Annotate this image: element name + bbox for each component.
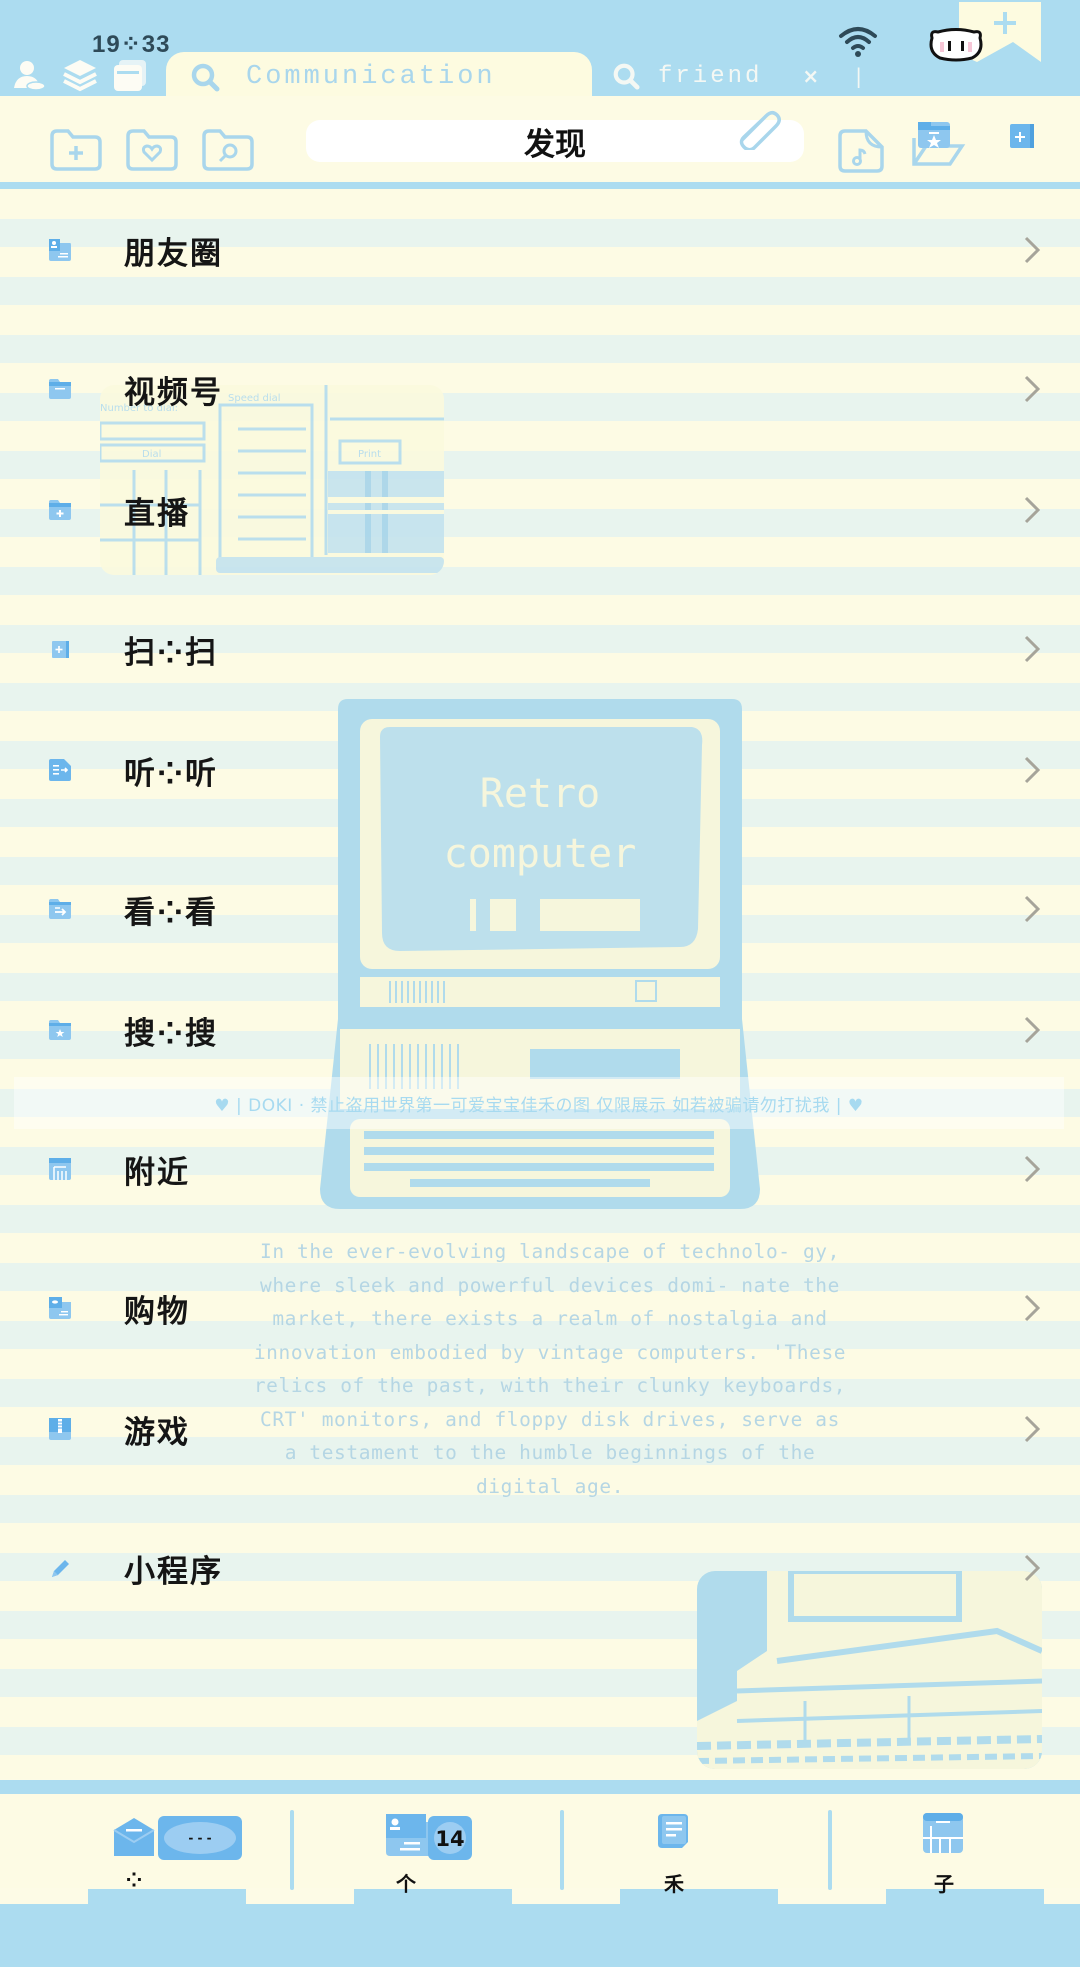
chevron-right-icon xyxy=(1024,756,1041,784)
unread-count-badge: 14 xyxy=(435,1827,464,1851)
menu-label: 看⁘看 xyxy=(124,894,218,931)
add-square-icon[interactable] xyxy=(1008,122,1036,150)
title-bar: 发现 xyxy=(306,120,804,163)
menu-item-channels[interactable]: 视频号 xyxy=(0,359,1080,419)
menu-label: 游戏 xyxy=(124,1414,190,1451)
chevron-right-icon xyxy=(1024,895,1041,923)
tab-label: friend xyxy=(658,62,763,90)
tab-communication[interactable]: Communication xyxy=(166,52,592,102)
star-folder-icon[interactable] xyxy=(910,120,966,170)
card-icon xyxy=(49,1297,71,1319)
menu-item-look[interactable]: 看⁘看 xyxy=(0,879,1080,939)
retro-description-text: In the ever-evolving landscape of techno… xyxy=(253,1240,847,1498)
menu-label: 小程序 xyxy=(124,1553,223,1590)
folder-icon xyxy=(49,379,71,399)
menu-label: 视频号 xyxy=(124,374,223,411)
chevron-right-icon xyxy=(1024,1554,1041,1582)
layers-icon[interactable] xyxy=(62,58,98,92)
folder-add-icon[interactable] xyxy=(48,128,104,172)
contact-folder-icon xyxy=(49,239,71,261)
chevron-right-icon xyxy=(1024,236,1041,264)
music-file-icon[interactable] xyxy=(836,128,886,174)
menu-label: 直播 xyxy=(124,495,190,532)
tab-label: Communication xyxy=(246,62,496,92)
search-icon xyxy=(613,63,640,90)
chevron-right-icon xyxy=(1024,1415,1041,1443)
menu-label: 听⁘听 xyxy=(124,755,218,792)
divider xyxy=(0,1780,1080,1794)
screen-title-line2: computer xyxy=(444,831,637,877)
nav-divider xyxy=(560,1810,564,1890)
nav-label: 禾 xyxy=(664,1872,684,1896)
square-plus-icon xyxy=(52,641,69,658)
divider xyxy=(0,182,1080,189)
folder-plus-icon xyxy=(49,500,71,520)
user-icon[interactable] xyxy=(12,58,48,92)
chevron-right-icon xyxy=(1024,496,1041,524)
nav-discover[interactable] xyxy=(656,1812,690,1854)
menu-item-moments[interactable]: 朋友圈 xyxy=(0,220,1080,280)
folder-arrow-icon xyxy=(49,899,71,919)
menu-label: 扫⁘扫 xyxy=(124,634,218,671)
retro-computer-thumbnail xyxy=(697,1571,1042,1769)
page-title: 发现 xyxy=(524,126,586,163)
note-icon xyxy=(658,1814,688,1848)
document-arrow-icon xyxy=(49,759,71,781)
tab-friend[interactable]: friend × | xyxy=(612,56,862,96)
menu-label: 购物 xyxy=(124,1293,190,1330)
paperclip-icon[interactable] xyxy=(734,106,782,150)
menu-label: 搜⁘搜 xyxy=(124,1015,218,1052)
nav-label: ⁘ xyxy=(125,1868,143,1892)
folder-search-icon[interactable] xyxy=(200,128,256,172)
nav-chats[interactable]: - - - xyxy=(112,1812,246,1864)
menu-label: 朋友圈 xyxy=(124,235,223,272)
menu-item-mini-programs[interactable]: 小程序 xyxy=(0,1538,1080,1598)
text-cursor: | xyxy=(855,64,862,88)
bottom-bar-base xyxy=(0,1904,1080,1967)
chevron-right-icon xyxy=(1024,1294,1041,1322)
cat-face-icon xyxy=(929,28,983,62)
watermark-banner: ♥ | DOKI · 禁止盗用世界第一可爱宝宝佳禾の图 仅限展示 如若被骗请勿打… xyxy=(14,1077,1064,1129)
menu-item-listen[interactable]: 听⁘听 xyxy=(0,740,1080,800)
chevron-right-icon xyxy=(1024,1155,1041,1183)
dial-button-label: Dial xyxy=(142,449,161,460)
nav-label: 个 xyxy=(396,1872,416,1896)
window-icon[interactable] xyxy=(112,58,148,92)
close-tab-button[interactable]: × xyxy=(802,64,819,88)
menu-item-scan[interactable]: 扫⁘扫 xyxy=(0,619,1080,679)
print-button-label: Print xyxy=(358,449,381,460)
menu-item-games[interactable]: 游戏 xyxy=(0,1399,1080,1459)
menu-item-shopping[interactable]: 购物 xyxy=(0,1278,1080,1338)
wifi-icon xyxy=(839,27,877,57)
menu-item-search[interactable]: 搜⁘搜 xyxy=(0,1000,1080,1060)
contact-card-icon: 14 xyxy=(386,1814,472,1860)
folder-heart-icon[interactable] xyxy=(124,128,180,172)
chevron-right-icon xyxy=(1024,1016,1041,1044)
top-left-icons xyxy=(12,58,148,92)
nav-label: 子 xyxy=(934,1872,954,1896)
pencil-icon xyxy=(52,1560,69,1577)
search-icon xyxy=(191,63,220,92)
nav-divider xyxy=(290,1810,294,1890)
building-icon xyxy=(49,1158,71,1180)
clock: 19⁘33 xyxy=(92,31,171,58)
discover-list[interactable]: Number to dial: Dial Speed dial Print Re… xyxy=(0,189,1080,1779)
menu-label: 附近 xyxy=(124,1154,190,1191)
chevron-right-icon xyxy=(1024,635,1041,663)
chevron-right-icon xyxy=(1024,375,1041,403)
badge-text: - - - xyxy=(188,1831,211,1845)
nav-me[interactable] xyxy=(922,1812,964,1858)
nav-divider xyxy=(828,1810,832,1890)
menu-item-nearby[interactable]: 附近 xyxy=(0,1139,1080,1199)
grid-window-icon xyxy=(923,1813,963,1853)
envelope-icon: - - - xyxy=(113,1816,242,1860)
nav-contacts[interactable]: 14 xyxy=(384,1812,472,1864)
folder-star-icon xyxy=(49,1020,71,1040)
zipper-icon xyxy=(49,1418,71,1440)
menu-item-live[interactable]: 直播 xyxy=(0,480,1080,540)
